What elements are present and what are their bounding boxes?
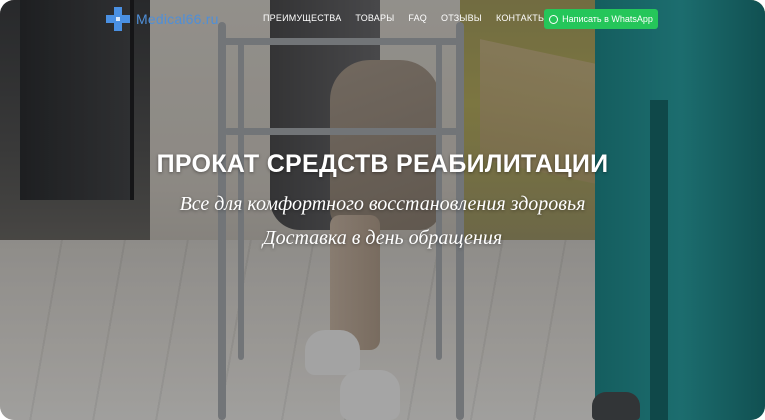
nav-item-advantages[interactable]: ПРЕИМУЩЕСТВА — [263, 13, 341, 23]
nav-item-products[interactable]: ТОВАРЫ — [355, 13, 394, 23]
medical-cross-icon — [106, 7, 130, 31]
nav-item-faq[interactable]: FAQ — [408, 13, 427, 23]
whatsapp-icon — [549, 14, 559, 24]
hero-title: ПРОКАТ СРЕДСТВ РЕАБИЛИТАЦИИ — [156, 150, 609, 178]
hero-subtitle-delivery: Доставка в день обращения — [262, 227, 503, 249]
hero-subtitle: Все для комфортного восстановления здоро… — [179, 193, 586, 215]
logo-text: Medical66.ru — [136, 11, 219, 27]
whatsapp-button[interactable]: Написать в WhatsApp — [544, 9, 658, 29]
hero-section: ПРОКАТ СРЕДСТВ РЕАБИЛИТАЦИИ Все для комф… — [0, 150, 765, 250]
site-header: Medical66.ru ПРЕИМУЩЕСТВА ТОВАРЫ FAQ ОТЗ… — [0, 0, 765, 38]
whatsapp-button-label: Написать в WhatsApp — [562, 14, 653, 24]
main-nav: ПРЕИМУЩЕСТВА ТОВАРЫ FAQ ОТЗЫВЫ КОНТАКТЫ — [263, 13, 560, 23]
nav-item-contacts[interactable]: КОНТАКТЫ — [496, 13, 546, 23]
nav-item-reviews[interactable]: ОТЗЫВЫ — [441, 13, 482, 23]
page-frame: Medical66.ru ПРЕИМУЩЕСТВА ТОВАРЫ FAQ ОТЗ… — [0, 0, 765, 420]
logo[interactable]: Medical66.ru — [106, 7, 219, 31]
